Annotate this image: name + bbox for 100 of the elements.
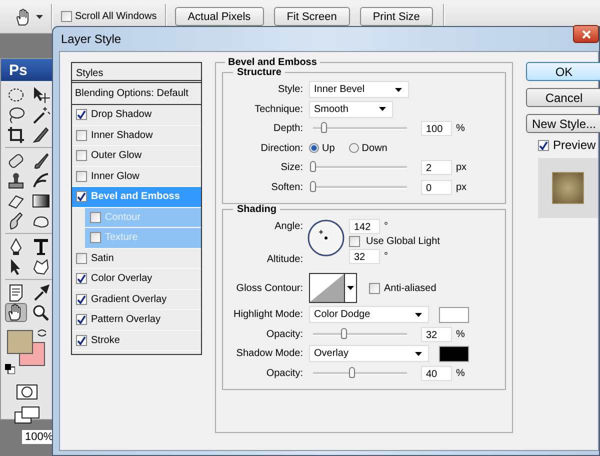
number-field[interactable]: 0 bbox=[421, 180, 452, 195]
crop-icon[interactable] bbox=[6, 124, 26, 144]
list-item[interactable]: Blending Options: Default bbox=[72, 83, 201, 105]
list-item-label: Pattern Overlay bbox=[91, 314, 160, 326]
checkbox[interactable] bbox=[90, 212, 101, 223]
move-icon[interactable] bbox=[31, 84, 51, 104]
list-item[interactable]: Gradient Overlay bbox=[72, 290, 201, 310]
stamp-icon[interactable] bbox=[6, 170, 26, 190]
radio-button[interactable] bbox=[348, 143, 359, 154]
list-item-label: Inner Shadow bbox=[91, 130, 153, 141]
field-label: Opacity: bbox=[265, 328, 303, 340]
list-item[interactable]: Satin bbox=[72, 248, 201, 269]
checkbox[interactable] bbox=[76, 252, 87, 264]
number-field[interactable]: 100 bbox=[421, 121, 452, 136]
field-label: Technique: bbox=[254, 104, 303, 115]
check-icon bbox=[539, 140, 548, 150]
check-icon bbox=[77, 315, 86, 324]
number-field[interactable]: 2 bbox=[421, 160, 452, 176]
field-label: Gloss Contour: bbox=[235, 282, 303, 294]
checkbox-label: Anti-aliased bbox=[384, 282, 436, 294]
list-header[interactable]: Styles bbox=[72, 63, 201, 83]
checkbox[interactable] bbox=[349, 236, 360, 247]
checkbox-label: Preview bbox=[553, 138, 596, 152]
number-field[interactable]: 32 bbox=[349, 249, 380, 264]
option-button[interactable]: Print Size bbox=[360, 7, 433, 26]
shape-icon[interactable] bbox=[31, 256, 51, 276]
swap-arrows-icon[interactable] bbox=[37, 328, 47, 338]
slider-thumb[interactable] bbox=[310, 161, 316, 172]
checkbox[interactable] bbox=[76, 150, 87, 162]
slider-thumb[interactable] bbox=[321, 122, 328, 134]
checkbox[interactable] bbox=[76, 170, 87, 182]
blend-mode-dropdown[interactable]: Overlay bbox=[309, 345, 429, 362]
slice-icon[interactable] bbox=[31, 124, 51, 144]
color-swatch[interactable] bbox=[439, 306, 469, 323]
contour-picker[interactable] bbox=[309, 273, 357, 303]
group-title: Bevel and Emboss bbox=[225, 57, 320, 68]
number-field[interactable]: 32 bbox=[421, 326, 452, 342]
default-colors-icon[interactable] bbox=[5, 364, 15, 374]
checkbox[interactable] bbox=[61, 11, 72, 22]
field-label: Shadow Mode: bbox=[235, 348, 303, 360]
list-item[interactable]: Drop Shadow bbox=[72, 105, 201, 126]
list-item[interactable]: Color Overlay bbox=[72, 269, 201, 290]
list-item-label: Color Overlay bbox=[91, 273, 152, 284]
type-tool-icon[interactable] bbox=[31, 236, 51, 256]
color-swatches-drawing[interactable] bbox=[7, 330, 47, 368]
group-title: Structure bbox=[233, 67, 286, 78]
list-item-label: Stroke bbox=[91, 334, 120, 346]
list-item-label: Contour bbox=[105, 212, 141, 223]
angle-dial[interactable] bbox=[307, 219, 345, 257]
technique-dropdown[interactable]: Smooth bbox=[309, 100, 393, 118]
checkbox[interactable] bbox=[90, 232, 101, 244]
checkbox[interactable] bbox=[76, 130, 87, 141]
checkbox[interactable] bbox=[369, 282, 380, 294]
dialog-button[interactable]: OK bbox=[526, 62, 600, 81]
unit-label: ° bbox=[384, 251, 388, 262]
slider-thumb[interactable] bbox=[348, 366, 355, 378]
check-icon bbox=[77, 336, 86, 345]
close-icon bbox=[582, 30, 590, 38]
list-item[interactable]: Pattern Overlay bbox=[72, 310, 201, 330]
caret-icon[interactable] bbox=[36, 14, 43, 18]
quick-mask-icon[interactable] bbox=[16, 384, 38, 400]
radio-button[interactable] bbox=[309, 143, 319, 154]
dropdown-caret-icon bbox=[415, 352, 422, 356]
style-dropdown[interactable]: Inner Bevel bbox=[309, 81, 409, 98]
checkbox-label: Scroll All Windows bbox=[75, 11, 157, 22]
list-item[interactable]: Outer Glow bbox=[72, 146, 201, 166]
option-button[interactable]: Actual Pixels bbox=[174, 7, 264, 26]
unit-label: % bbox=[456, 328, 465, 340]
screen-mode-icon[interactable] bbox=[14, 406, 40, 424]
check-icon bbox=[77, 110, 86, 120]
checkbox[interactable] bbox=[76, 273, 87, 284]
unit-label: ° bbox=[384, 221, 388, 232]
checkbox[interactable] bbox=[76, 314, 87, 326]
list-item[interactable]: Stroke bbox=[72, 330, 201, 351]
field-label: Style: bbox=[276, 84, 303, 96]
list-item-label: Satin bbox=[91, 252, 114, 264]
list-item-label: Bevel and Emboss bbox=[91, 191, 180, 202]
list-item[interactable]: Inner Shadow bbox=[72, 126, 201, 146]
checkbox[interactable] bbox=[76, 109, 87, 120]
check-icon bbox=[77, 274, 86, 284]
dialog-button[interactable]: New Style... bbox=[526, 114, 600, 133]
list-item-label: Drop Shadow bbox=[91, 109, 152, 120]
dropdown-caret-icon bbox=[415, 312, 422, 317]
blend-mode-dropdown[interactable]: Color Dodge bbox=[309, 306, 429, 324]
slider-thumb[interactable] bbox=[341, 328, 348, 339]
zoom-icon[interactable] bbox=[31, 302, 51, 322]
checkbox[interactable] bbox=[538, 140, 549, 150]
list-item-label: Gradient Overlay bbox=[91, 294, 167, 305]
dialog-button[interactable]: Cancel bbox=[526, 88, 600, 107]
color-swatch[interactable] bbox=[439, 346, 469, 362]
number-field[interactable]: 40 bbox=[421, 366, 452, 381]
checkbox[interactable] bbox=[76, 334, 87, 346]
number-field[interactable]: 142 bbox=[349, 219, 380, 234]
close-button[interactable] bbox=[573, 25, 599, 43]
checkbox[interactable] bbox=[76, 294, 87, 305]
magic-wand-icon[interactable] bbox=[31, 104, 51, 124]
option-button[interactable]: Fit Screen bbox=[274, 7, 350, 26]
slider-thumb[interactable] bbox=[310, 180, 316, 192]
checkbox[interactable] bbox=[76, 191, 87, 202]
field-label: Direction: bbox=[260, 142, 303, 154]
